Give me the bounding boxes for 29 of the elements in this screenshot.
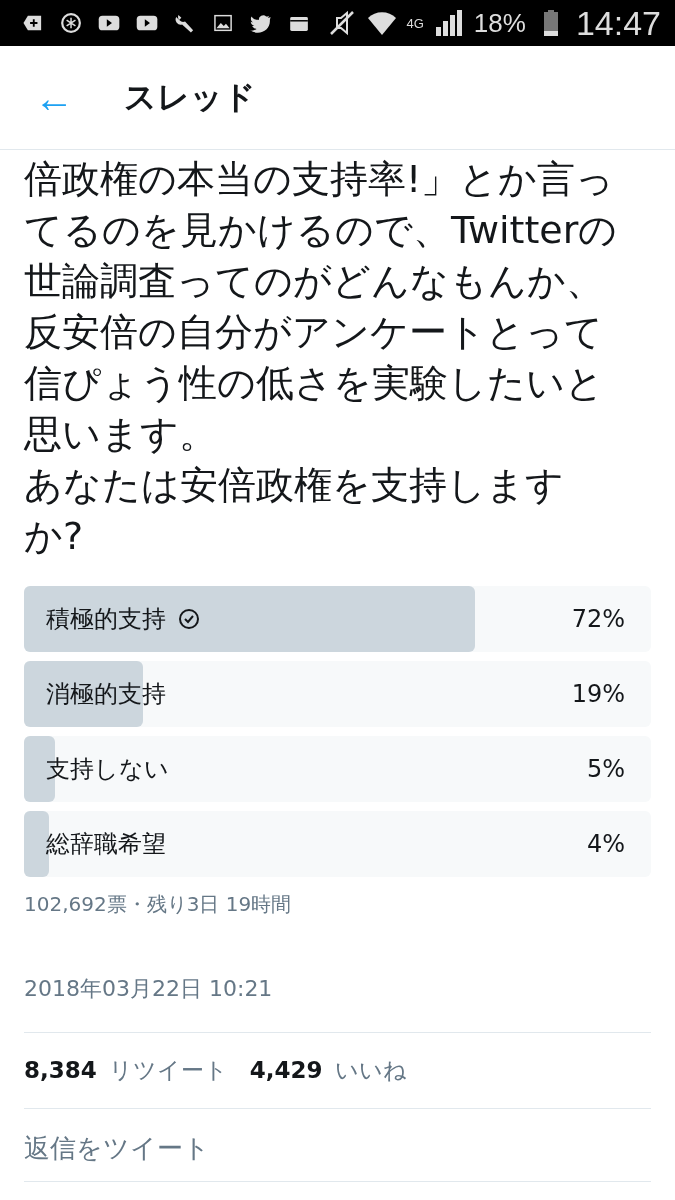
network-label: 4G xyxy=(406,15,424,31)
stat-label: いいね xyxy=(334,1056,407,1085)
tweet-text-line: 信ぴょう性の低さを実験したいと xyxy=(24,360,605,407)
tweet-timestamp: 2018年03月22日 10:21 xyxy=(24,974,651,1033)
tweet-text-line: 倍政権の本当の支持率!」とか言っ xyxy=(24,156,616,203)
back-button[interactable]: ← xyxy=(34,77,74,118)
tweet-text-line: あなたは安倍政権を支持します xyxy=(24,462,565,509)
tweet-text-line: 思います。 xyxy=(24,411,218,458)
poll-option: 積極的支持 xyxy=(46,603,166,635)
poll-percent: 72% xyxy=(571,605,625,633)
tweet-text-line: 反安倍の自分がアンケートとって xyxy=(24,309,604,356)
poll-percent: 19% xyxy=(571,680,625,708)
stat-count: 4,429 xyxy=(249,1057,323,1083)
battery-percent: 18% xyxy=(473,7,526,39)
page-title: スレッド xyxy=(124,76,256,118)
stat-label: リツイート xyxy=(108,1056,228,1085)
poll-option: 総辞職希望 xyxy=(46,828,166,860)
stat-count: 8,384 xyxy=(24,1057,97,1083)
poll-option: 支持しない xyxy=(46,753,169,785)
tweet-text-line: てるのを見かけるので、Twitterの xyxy=(24,207,619,254)
poll-percent: 4% xyxy=(586,830,625,858)
poll-percent: 5% xyxy=(586,755,625,783)
poll-option: 消極的支持 xyxy=(46,678,166,710)
tweet-text-line: か? xyxy=(24,513,85,560)
tweet-text-line: 世論調査ってのがどんなもんか、 xyxy=(24,258,605,305)
clock-time: 14:47 xyxy=(575,3,661,43)
wifi-icon xyxy=(366,9,397,37)
signal-icon xyxy=(433,9,464,37)
poll-meta: 102,692票・残り3日 19時間 xyxy=(24,891,293,918)
